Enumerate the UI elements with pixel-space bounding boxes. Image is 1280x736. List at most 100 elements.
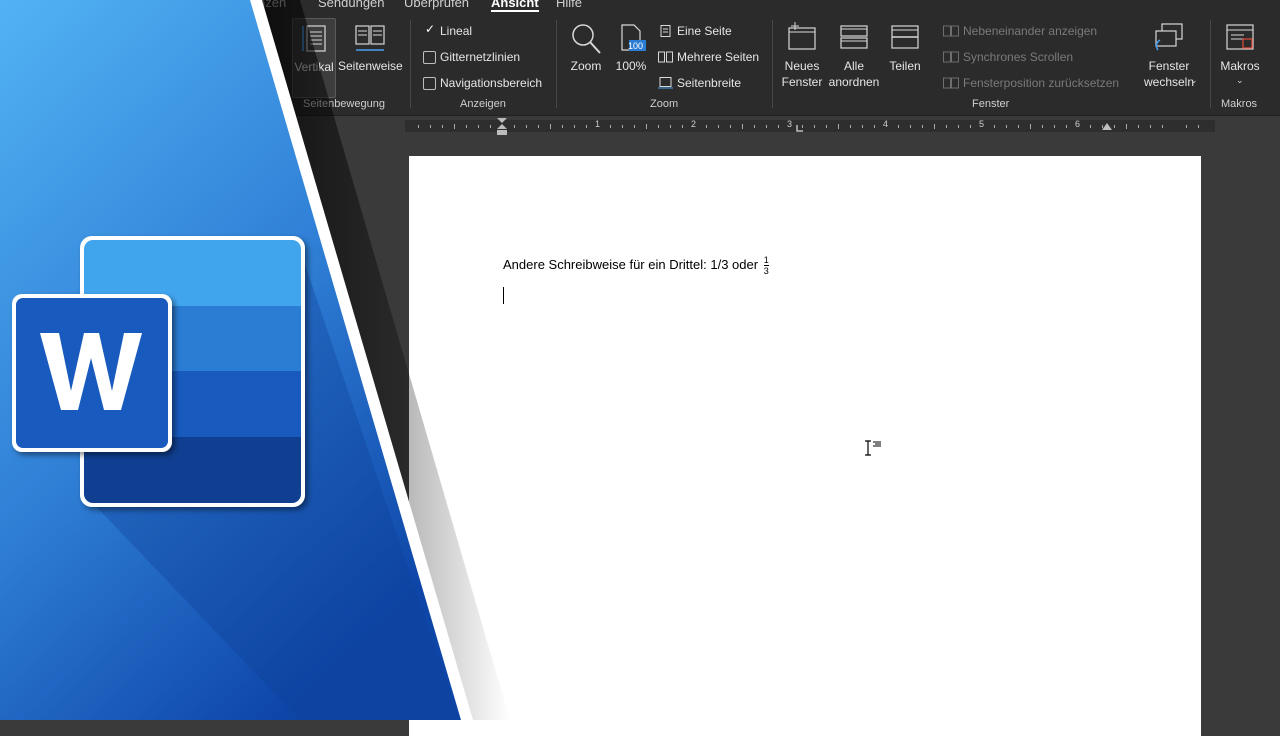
ruler-tick	[742, 124, 743, 129]
alle-anordnen-label-1: Alle	[843, 59, 864, 73]
ruler-tick	[1066, 125, 1067, 128]
alle-anordnen-button[interactable]: Alle anordnen	[828, 18, 880, 96]
eine-seite-button[interactable]: Eine Seite	[677, 24, 732, 38]
ruler-tick	[922, 125, 923, 128]
zoom-button[interactable]: Zoom	[564, 18, 608, 96]
ruler-tick	[1030, 124, 1031, 129]
seitenweise-button[interactable]: Seitenweise	[338, 18, 403, 96]
ruler-tick	[958, 125, 959, 128]
new-window-icon	[788, 22, 816, 50]
reset-window-position-icon	[943, 77, 959, 89]
vertical-scroll-icon	[302, 25, 326, 52]
navigationsbereich-checkbox[interactable]	[423, 77, 436, 90]
ribbon-tab-bar: nzen Sendungen Überprüfen Ansicht Hilfe	[0, 0, 1280, 14]
i-beam-cursor-icon	[865, 440, 881, 456]
vertikal-button[interactable]: Vertikal	[292, 18, 336, 98]
magnifier-icon	[572, 24, 601, 54]
ruler-tick	[610, 125, 611, 128]
ruler-tick	[934, 124, 935, 129]
ruler-tick	[778, 125, 779, 128]
ruler-number: 1	[595, 119, 601, 129]
tab-ansicht[interactable]: Ansicht	[491, 0, 539, 12]
fraction-denominator: 3	[763, 266, 769, 276]
ruler-tick	[1150, 125, 1151, 128]
ruler-tick	[538, 125, 539, 128]
ruler-tick	[442, 125, 443, 128]
fensterposition-button[interactable]: Fensterposition zurücksetzen	[963, 76, 1119, 90]
group-divider	[772, 20, 773, 108]
ruler-tick	[814, 125, 815, 128]
ruler-tick	[898, 125, 899, 128]
ruler-tick	[1114, 125, 1115, 128]
gitternetzlinien-label: Gitternetzlinien	[440, 50, 521, 64]
mehrere-seiten-button[interactable]: Mehrere Seiten	[677, 50, 759, 64]
ruler-tick	[838, 124, 839, 129]
tab-sendungen[interactable]: Sendungen	[318, 0, 385, 10]
alle-anordnen-label-2: anordnen	[828, 75, 880, 89]
gitternetzlinien-checkbox[interactable]	[423, 51, 436, 64]
multiple-pages-icon	[658, 51, 673, 63]
ruler-tick	[730, 125, 731, 128]
teilen-label: Teilen	[889, 59, 921, 73]
ruler-tick	[718, 125, 719, 128]
document-page[interactable]: Andere Schreibweise für ein Drittel: 1/3…	[409, 156, 1201, 736]
ruler-tick	[946, 125, 947, 128]
makros-button[interactable]: Makros ⌄	[1216, 18, 1264, 96]
lineal-checkbox[interactable]	[423, 22, 436, 37]
page-width-icon	[658, 77, 673, 89]
ruler-tick	[646, 124, 647, 129]
zoom-100-label: 100%	[615, 59, 647, 73]
ruler-tick	[478, 125, 479, 128]
ruler-tick	[526, 125, 527, 128]
chevron-down-icon: ⌄	[1190, 75, 1198, 85]
seitenbreite-button[interactable]: Seitenbreite	[677, 76, 741, 90]
ruler-tick	[622, 125, 623, 128]
vertikal-label: Vertikal	[294, 60, 334, 74]
group-label-zoom: Zoom	[650, 98, 679, 110]
nebeneinander-button[interactable]: Nebeneinander anzeigen	[963, 24, 1097, 38]
ruler-tick	[874, 125, 875, 128]
ruler-tick	[1162, 125, 1163, 128]
ruler-number: 3	[787, 119, 793, 129]
indent-marker-icon[interactable]	[496, 118, 508, 136]
ruler-tick	[1126, 124, 1127, 129]
ruler-tick	[562, 125, 563, 128]
synchrones-scrollen-button[interactable]: Synchrones Scrollen	[963, 50, 1073, 64]
split-icon	[891, 25, 919, 49]
switch-windows-icon	[1155, 23, 1183, 51]
zoom-100-button[interactable]: 100 100%	[612, 18, 650, 96]
tab-ueberpruefen[interactable]: Überprüfen	[404, 0, 469, 10]
ruler-tick	[910, 125, 911, 128]
ruler-tick	[706, 125, 707, 128]
tab-verweise[interactable]: nzen	[258, 0, 286, 10]
word-logo	[12, 236, 305, 507]
ruler-tick	[682, 125, 683, 128]
neues-fenster-button[interactable]: Neues Fenster	[779, 18, 825, 96]
ruler-tick	[466, 125, 467, 128]
ruler-tick	[574, 125, 575, 128]
teilen-button[interactable]: Teilen	[884, 18, 926, 96]
document-paragraph[interactable]: Andere Schreibweise für ein Drittel: 1/3…	[503, 255, 769, 276]
ruler-tick	[826, 125, 827, 128]
navigationsbereich-label: Navigationsbereich	[440, 76, 543, 90]
ruler-tick	[454, 124, 455, 129]
neues-fenster-label-2: Fenster	[781, 75, 823, 89]
fenster-wechseln-button[interactable]: Fenster wechseln ⌄	[1136, 18, 1202, 96]
ruler-tick	[1186, 125, 1187, 128]
ruler-number: 2	[691, 119, 697, 129]
neues-fenster-label-1: Neues	[784, 59, 820, 73]
horizontal-ruler[interactable]: 1 2 3 4 5 6	[0, 116, 1280, 136]
paragraph-text: Andere Schreibweise für ein Drittel: 1/3…	[503, 256, 759, 272]
group-label-anzeigen: Anzeigen	[460, 98, 506, 110]
tab-stop-icon[interactable]	[796, 125, 803, 132]
tab-hilfe[interactable]: Hilfe	[556, 0, 582, 10]
group-divider	[410, 20, 411, 108]
seitenweise-label: Seitenweise	[338, 59, 403, 73]
right-indent-marker-icon[interactable]	[1101, 122, 1113, 132]
fraction-numerator: 1	[763, 255, 769, 266]
w-letter-icon	[40, 333, 142, 410]
ruler-tick	[418, 125, 419, 128]
ruler-tick	[430, 125, 431, 128]
ruler-tick	[658, 125, 659, 128]
group-label-fenster: Fenster	[972, 98, 1010, 110]
